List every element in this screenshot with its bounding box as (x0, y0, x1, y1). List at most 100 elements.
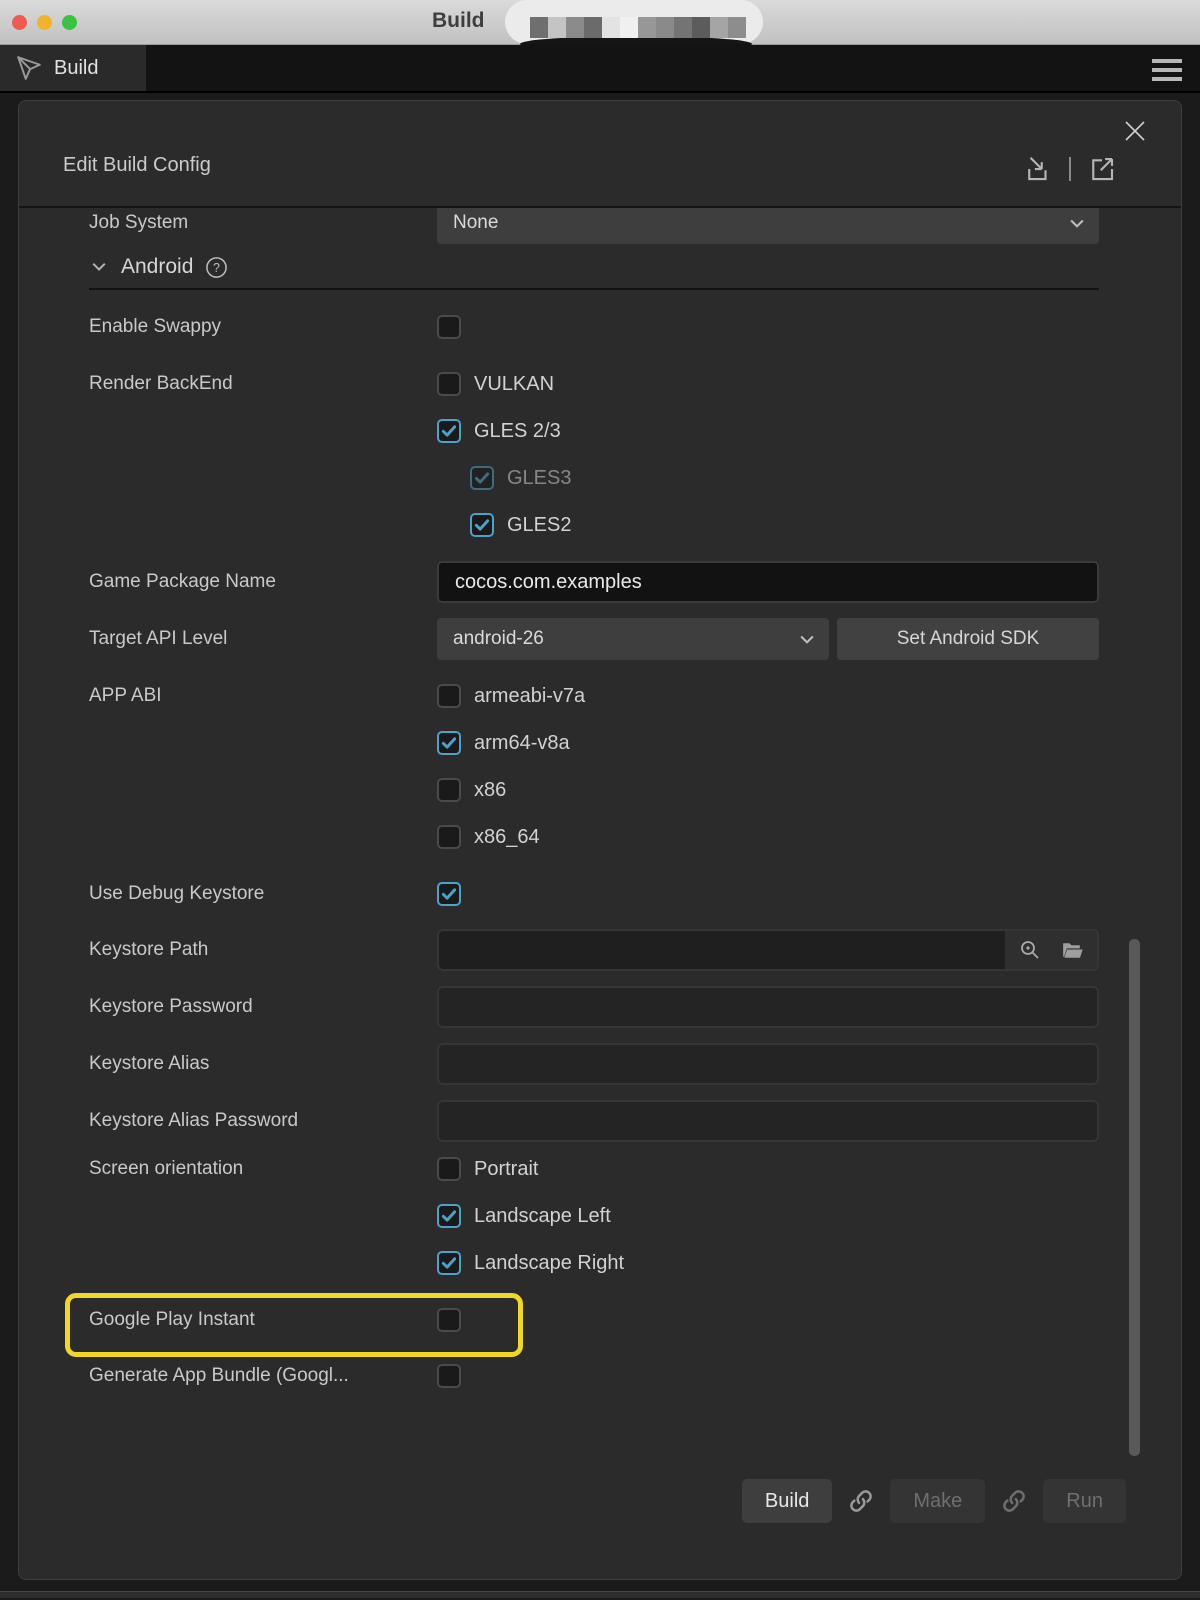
enable-swappy-checkbox[interactable] (437, 315, 461, 339)
portrait-checkbox[interactable] (437, 1157, 461, 1181)
svg-text:?: ? (213, 260, 220, 274)
landscape-left-checkbox[interactable] (437, 1204, 461, 1228)
render-backend-label: Render BackEnd (89, 372, 437, 396)
help-icon[interactable]: ? (205, 256, 228, 279)
build-config-form: Job System None Android (19, 208, 1181, 1411)
arm64-v8a-checkbox[interactable] (437, 731, 461, 755)
window-bottom-edge (0, 1591, 1200, 1598)
chevron-down-icon (89, 257, 109, 277)
armeabi-v7a-label: armeabi-v7a (474, 685, 585, 708)
option-armeabi-v7a: armeabi-v7a (437, 684, 1099, 708)
gles23-label: GLES 2/3 (474, 420, 561, 443)
vertical-scrollbar[interactable] (1129, 939, 1140, 1456)
keystore-path-input[interactable] (437, 929, 1099, 971)
option-gles3: GLES3 (470, 466, 1099, 490)
run-button[interactable]: Run (1043, 1479, 1126, 1523)
target-api-level-value: android-26 (453, 628, 544, 650)
arm64-v8a-label: arm64-v8a (474, 732, 570, 755)
option-landscape-left: Landscape Left (437, 1204, 1099, 1228)
landscape-right-checkbox[interactable] (437, 1251, 461, 1275)
portrait-label: Portrait (474, 1158, 538, 1181)
gles23-checkbox[interactable] (437, 419, 461, 443)
link-icon[interactable] (999, 1486, 1029, 1516)
option-x86: x86 (437, 778, 1099, 802)
chevron-down-icon (1067, 213, 1087, 233)
option-gles2: GLES2 (470, 513, 1099, 537)
gles2-label: GLES2 (507, 514, 571, 537)
export-config-icon[interactable] (1087, 154, 1117, 184)
target-api-level-label: Target API Level (89, 628, 437, 650)
enable-swappy-label: Enable Swappy (89, 315, 437, 339)
row-generate-app-bundle: Generate App Bundle (Googl... (89, 1364, 1099, 1388)
option-x86-64: x86_64 (437, 825, 1099, 849)
row-google-play-instant: Google Play Instant (89, 1308, 1099, 1332)
x86-checkbox[interactable] (437, 778, 461, 802)
keystore-alias-password-label: Keystore Alias Password (89, 1110, 437, 1132)
app-abi-label: APP ABI (89, 684, 437, 708)
vulkan-checkbox[interactable] (437, 372, 461, 396)
vulkan-label: VULKAN (474, 373, 554, 396)
option-gles23: GLES 2/3 (437, 419, 1099, 443)
job-system-label: Job System (89, 212, 437, 234)
header-divider (1069, 157, 1071, 181)
send-icon (16, 55, 42, 81)
folder-open-icon[interactable] (1060, 938, 1085, 963)
search-icon[interactable] (1018, 938, 1042, 962)
keystore-path-actions (1005, 931, 1097, 969)
tab-build[interactable]: Build (0, 45, 146, 91)
x86-64-checkbox[interactable] (437, 825, 461, 849)
link-icon[interactable] (846, 1486, 876, 1516)
generate-app-bundle-checkbox[interactable] (437, 1364, 461, 1388)
armeabi-v7a-checkbox[interactable] (437, 684, 461, 708)
job-system-select[interactable]: None (437, 208, 1099, 244)
gles3-label: GLES3 (507, 467, 571, 490)
set-android-sdk-button[interactable]: Set Android SDK (837, 618, 1099, 660)
window-titlebar: Build (0, 0, 1200, 45)
x86-label: x86 (474, 779, 506, 802)
keystore-password-input[interactable] (437, 986, 1099, 1028)
game-package-name-input[interactable] (437, 561, 1099, 603)
row-keystore-password: Keystore Password (89, 986, 1099, 1028)
make-button[interactable]: Make (890, 1479, 985, 1523)
traffic-lights[interactable] (12, 15, 77, 30)
x86-64-label: x86_64 (474, 826, 540, 849)
dialog-title: Edit Build Config (63, 154, 211, 177)
section-android[interactable]: Android ? (89, 249, 1099, 285)
maximize-window-button[interactable] (62, 15, 77, 30)
section-divider (89, 288, 1099, 290)
landscape-left-label: Landscape Left (474, 1205, 611, 1228)
gles3-checkbox[interactable] (470, 466, 494, 490)
keystore-alias-password-input[interactable] (437, 1100, 1099, 1142)
google-play-instant-checkbox[interactable] (437, 1308, 461, 1332)
keystore-password-label: Keystore Password (89, 996, 437, 1018)
option-portrait: Portrait (437, 1157, 1099, 1181)
game-package-name-label: Game Package Name (89, 571, 437, 593)
close-icon[interactable] (1121, 117, 1149, 145)
build-button[interactable]: Build (742, 1479, 832, 1523)
gles2-checkbox[interactable] (470, 513, 494, 537)
row-app-abi: APP ABI armeabi-v7a arm64-v8a (89, 684, 1099, 849)
option-vulkan: VULKAN (437, 372, 1099, 396)
close-window-button[interactable] (12, 15, 27, 30)
redaction-mosaic (530, 17, 746, 38)
use-debug-keystore-label: Use Debug Keystore (89, 882, 437, 906)
option-arm64-v8a: arm64-v8a (437, 731, 1099, 755)
use-debug-keystore-checkbox[interactable] (437, 882, 461, 906)
keystore-alias-input[interactable] (437, 1043, 1099, 1085)
generate-app-bundle-label: Generate App Bundle (Googl... (89, 1364, 437, 1388)
tab-bar: Build (0, 45, 1200, 93)
tab-build-label: Build (54, 57, 98, 80)
row-keystore-alias: Keystore Alias (89, 1043, 1099, 1085)
screen-orientation-label: Screen orientation (89, 1157, 437, 1181)
row-render-backend: Render BackEnd VULKAN GLES 2/3 (89, 372, 1099, 537)
minimize-window-button[interactable] (37, 15, 52, 30)
option-landscape-right: Landscape Right (437, 1251, 1099, 1275)
landscape-right-label: Landscape Right (474, 1252, 624, 1275)
editor-content-area: Edit Build Config (0, 93, 1200, 1598)
target-api-level-select[interactable]: android-26 (437, 618, 829, 660)
edit-build-config-dialog: Edit Build Config (18, 100, 1182, 1580)
window-title: Build (432, 9, 485, 33)
menu-icon[interactable] (1152, 59, 1182, 81)
keystore-alias-label: Keystore Alias (89, 1053, 437, 1075)
import-config-icon[interactable] (1023, 154, 1053, 184)
